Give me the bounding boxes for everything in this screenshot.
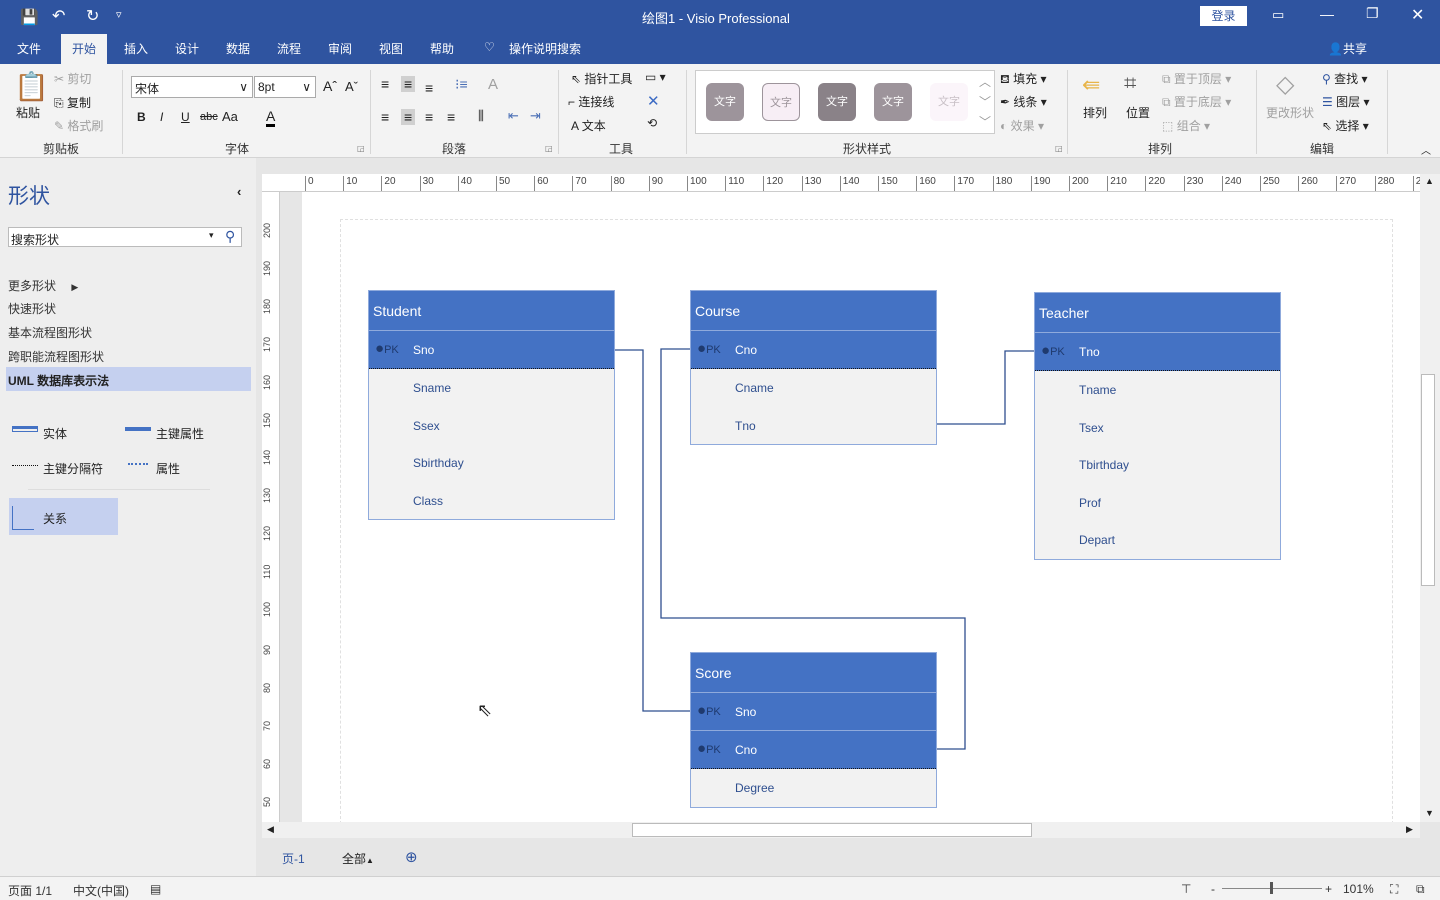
language-status[interactable]: 中文(中国) [73, 882, 129, 899]
entity-header[interactable]: Teacher [1035, 293, 1280, 333]
page-number-status[interactable]: 页面 1/1 [8, 882, 52, 899]
pk-attribute-row[interactable]: ●PK Sno [369, 331, 614, 369]
pk-label: PK [706, 344, 721, 356]
pk-attribute-row[interactable]: ●PK Cno [691, 731, 936, 769]
page-tab-1[interactable]: 页-1 [282, 850, 305, 867]
fit-page-icon[interactable]: ⛶ [1390, 882, 1398, 897]
relationship-connector[interactable] [614, 349, 690, 712]
pk-label: PK [384, 344, 399, 356]
attribute-name: Tno [1079, 345, 1100, 359]
zoom-in-button[interactable]: + [1325, 882, 1332, 896]
horizontal-scroll-thumb[interactable] [632, 823, 1032, 837]
entity-header[interactable]: Course [691, 291, 936, 331]
zoom-level[interactable]: 101% [1343, 882, 1374, 896]
entity-header[interactable]: Student [369, 291, 614, 331]
macro-icon[interactable]: ▤ [150, 882, 161, 896]
zoom-out-button[interactable]: - [1211, 882, 1215, 896]
attribute-row[interactable]: Degree [691, 769, 936, 807]
pk-attribute-row[interactable]: ●PK Cno [691, 331, 936, 369]
pk-attribute-row[interactable]: ●PK Sno [691, 693, 936, 731]
entity-header[interactable]: Score [691, 653, 936, 693]
key-icon: ●PK [697, 702, 721, 719]
key-icon: ●PK [1041, 342, 1065, 359]
scroll-up-icon[interactable]: ▲ [1425, 176, 1434, 186]
mouse-cursor-icon: ⇖ [477, 700, 493, 720]
entity-teacher[interactable]: Teacher ●PK Tno Tname Tsex Tbirthday Prof Depar… [1034, 292, 1281, 560]
status-bar: 页面 1/1 中文(中国) ▤ ⊤ - + 101% ⛶ ⧉ [0, 876, 1440, 900]
scroll-down-icon[interactable]: ▼ [1425, 808, 1434, 818]
attribute-row[interactable]: Sbirthday [369, 444, 614, 482]
attribute-row[interactable]: Sname [369, 369, 614, 407]
relationship-connector[interactable] [936, 350, 1034, 425]
key-icon: ●PK [697, 740, 721, 757]
attribute-row[interactable]: Tno [691, 406, 936, 444]
entity-student[interactable]: Student ●PK Sno Sname Ssex Sbirthday Class [368, 290, 615, 520]
pk-label: PK [706, 706, 721, 718]
attribute-name: Sno [735, 705, 757, 719]
caret-up-icon: ▲ [366, 856, 374, 865]
attribute-row[interactable]: Class [369, 481, 614, 519]
add-page-icon[interactable]: ⊕ [405, 848, 418, 866]
switch-windows-icon[interactable]: ⧉ [1416, 882, 1425, 897]
pk-label: PK [706, 744, 721, 756]
scroll-right-icon[interactable]: ▶ [1406, 824, 1413, 835]
all-pages-label: 全部 [342, 852, 367, 866]
entity-score[interactable]: Score ●PK Sno ●PK Cno Degree [690, 652, 937, 808]
attribute-row[interactable]: Prof [1035, 483, 1280, 521]
key-icon: ●PK [697, 340, 721, 357]
vertical-scroll-thumb[interactable] [1421, 374, 1435, 586]
attribute-name: Cno [735, 743, 758, 757]
scroll-left-icon[interactable]: ◀ [267, 824, 274, 835]
entity-course[interactable]: Course ●PK Cno Cname Tno [690, 290, 937, 445]
attribute-name: Sno [413, 343, 435, 357]
attribute-row[interactable]: Cname [691, 369, 936, 407]
horizontal-scrollbar[interactable]: ◀ ▶ [262, 822, 1420, 838]
pk-attribute-row[interactable]: ●PK Tno [1035, 333, 1280, 371]
zoom-slider-thumb[interactable] [1270, 882, 1273, 894]
attribute-row[interactable]: Ssex [369, 406, 614, 444]
attribute-row[interactable]: Tsex [1035, 408, 1280, 446]
vertical-scrollbar[interactable]: ▲ ▼ [1420, 174, 1440, 822]
attribute-row[interactable]: Tbirthday [1035, 446, 1280, 484]
attribute-name: Cno [735, 343, 758, 357]
attribute-row[interactable]: Tname [1035, 371, 1280, 409]
attribute-row[interactable]: Depart [1035, 521, 1280, 559]
key-icon: ●PK [375, 340, 399, 357]
presentation-mode-icon[interactable]: ⊤ [1181, 882, 1191, 896]
all-pages-button[interactable]: 全部▲ [342, 850, 374, 867]
pk-label: PK [1050, 346, 1065, 358]
